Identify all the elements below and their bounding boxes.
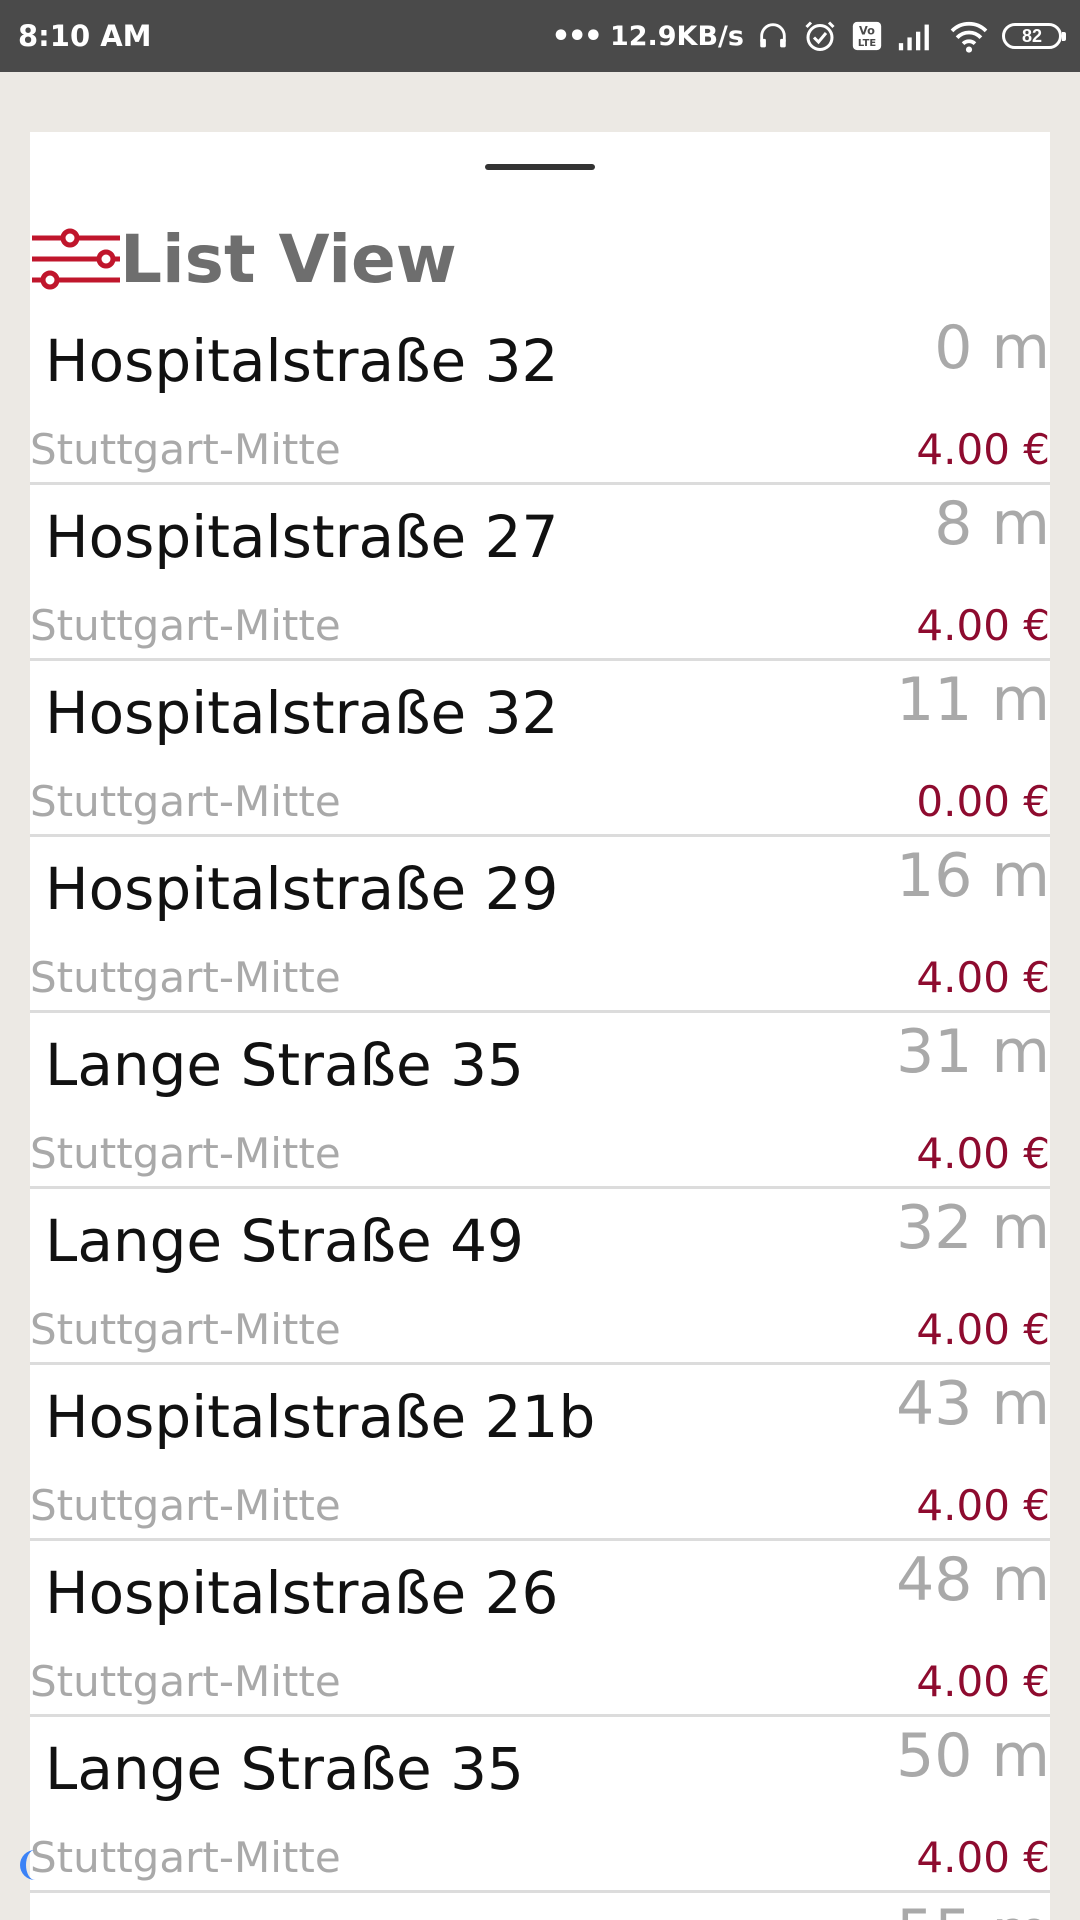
volte-icon: Vo LTE bbox=[850, 19, 884, 53]
wifi-icon bbox=[948, 19, 990, 53]
price-label: 4.00 € bbox=[916, 1833, 1050, 1882]
list-item[interactable]: Lange Straße 49 32 m Stuttgart-Mitte 4.00 € bbox=[30, 1189, 1050, 1365]
page-title: List View bbox=[120, 220, 457, 298]
price-label: 4.00 € bbox=[916, 601, 1050, 650]
price-label: 0.00 € bbox=[916, 777, 1050, 826]
distance-label: 8 m bbox=[934, 489, 1050, 559]
list-header: List View bbox=[30, 214, 457, 304]
status-bar: 8:10 AM ••• 12.9KB/s Vo LTE 82 bbox=[0, 0, 1080, 72]
distance-label: 16 m bbox=[896, 841, 1050, 911]
district-label: Stuttgart-Mitte bbox=[30, 425, 341, 474]
distance-label: 55 m bbox=[896, 1897, 1050, 1920]
district-label: Stuttgart-Mitte bbox=[30, 1657, 341, 1706]
price-label: 4.00 € bbox=[916, 1305, 1050, 1354]
price-label: 4.00 € bbox=[916, 953, 1050, 1002]
distance-label: 50 m bbox=[896, 1721, 1050, 1791]
district-label: Stuttgart-Mitte bbox=[30, 601, 341, 650]
street-name: Lange Straße 49 bbox=[45, 1207, 524, 1275]
district-label: Stuttgart-Mitte bbox=[30, 1305, 341, 1354]
distance-label: 43 m bbox=[896, 1369, 1050, 1439]
list-item[interactable]: Hospitalstraße 21b 43 m Stuttgart-Mitte 4.0… bbox=[30, 1365, 1050, 1541]
distance-label: 0 m bbox=[934, 313, 1050, 383]
alarm-icon bbox=[802, 18, 838, 54]
list-item[interactable]: 55 m bbox=[30, 1893, 1050, 1920]
list-item[interactable]: Lange Straße 35 31 m Stuttgart-Mitte 4.00 € bbox=[30, 1013, 1050, 1189]
filter-sliders-icon[interactable] bbox=[30, 224, 122, 294]
distance-label: 48 m bbox=[896, 1545, 1050, 1615]
street-name: Lange Straße 35 bbox=[45, 1031, 524, 1099]
signal-icon bbox=[896, 20, 936, 52]
battery-icon: 82 bbox=[1002, 23, 1066, 49]
distance-label: 32 m bbox=[896, 1193, 1050, 1263]
list-item[interactable]: Lange Straße 35 50 m Stuttgart-Mitte 4.00 € bbox=[30, 1717, 1050, 1893]
headset-icon bbox=[756, 19, 790, 53]
list-sheet: List View Hospitalstraße 32 0 m Stuttgart-… bbox=[30, 132, 1050, 1920]
list-item[interactable]: Hospitalstraße 32 11 m Stuttgart-Mitte 0.00… bbox=[30, 661, 1050, 837]
district-label: Stuttgart-Mitte bbox=[30, 953, 341, 1002]
network-speed-label: 12.9KB/s bbox=[609, 20, 744, 52]
svg-text:Vo: Vo bbox=[859, 24, 875, 38]
street-name: Lange Straße 35 bbox=[45, 1735, 524, 1803]
price-label: 4.00 € bbox=[916, 425, 1050, 474]
drag-handle[interactable] bbox=[485, 164, 595, 170]
status-time: 8:10 AM bbox=[18, 19, 152, 53]
street-name: Hospitalstraße 21b bbox=[45, 1383, 596, 1451]
list-item[interactable]: Hospitalstraße 27 8 m Stuttgart-Mitte 4.00 … bbox=[30, 485, 1050, 661]
distance-label: 31 m bbox=[896, 1017, 1050, 1087]
district-label: Stuttgart-Mitte bbox=[30, 1833, 341, 1882]
street-name: Hospitalstraße 27 bbox=[45, 503, 559, 571]
edge-handle[interactable] bbox=[20, 1850, 36, 1880]
network-speed: ••• 12.9KB/s bbox=[551, 19, 744, 54]
street-name: Hospitalstraße 29 bbox=[45, 855, 559, 923]
list-item[interactable]: Hospitalstraße 26 48 m Stuttgart-Mitte 4.00… bbox=[30, 1541, 1050, 1717]
district-label: Stuttgart-Mitte bbox=[30, 1481, 341, 1530]
district-label: Stuttgart-Mitte bbox=[30, 777, 341, 826]
street-name: Hospitalstraße 32 bbox=[45, 327, 559, 395]
status-icons: ••• 12.9KB/s Vo LTE 82 bbox=[551, 18, 1066, 54]
battery-level: 82 bbox=[1021, 25, 1043, 46]
street-name: Hospitalstraße 32 bbox=[45, 679, 559, 747]
district-label: Stuttgart-Mitte bbox=[30, 1129, 341, 1178]
list-item[interactable]: Hospitalstraße 29 16 m Stuttgart-Mitte 4.00… bbox=[30, 837, 1050, 1013]
price-label: 4.00 € bbox=[916, 1129, 1050, 1178]
parking-list: Hospitalstraße 32 0 m Stuttgart-Mitte 4.00 … bbox=[30, 309, 1050, 1920]
price-label: 4.00 € bbox=[916, 1481, 1050, 1530]
price-label: 4.00 € bbox=[916, 1657, 1050, 1706]
distance-label: 11 m bbox=[896, 665, 1050, 735]
street-name: Hospitalstraße 26 bbox=[45, 1559, 559, 1627]
dots-icon: ••• bbox=[551, 18, 603, 54]
list-item[interactable]: Hospitalstraße 32 0 m Stuttgart-Mitte 4.00 … bbox=[30, 309, 1050, 485]
svg-text:LTE: LTE bbox=[858, 38, 876, 49]
